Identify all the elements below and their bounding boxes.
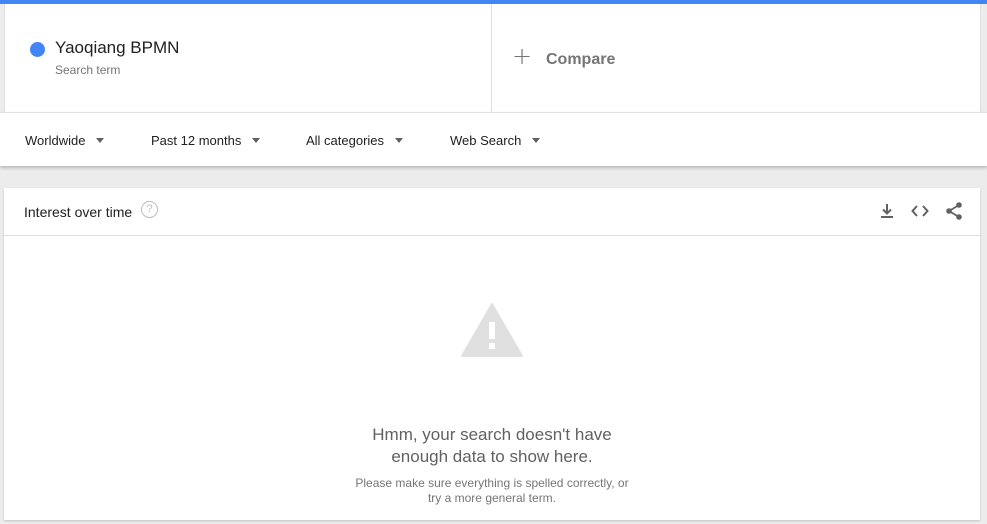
compare-button[interactable]: + Compare (492, 4, 980, 112)
download-icon[interactable] (877, 201, 897, 221)
panel-title: Interest over time (24, 204, 133, 220)
empty-state: Hmm, your search doesn't have enough dat… (4, 236, 980, 520)
warning-icon (460, 302, 524, 363)
filter-bar: Worldwide Past 12 months All categories … (0, 112, 987, 166)
dropdown-caret-icon (96, 138, 105, 143)
empty-state-message: Hmm, your search doesn't have enough dat… (4, 424, 980, 468)
filter-region[interactable]: Worldwide (25, 133, 105, 148)
filter-time-range-label: Past 12 months (151, 133, 242, 148)
help-circle-icon[interactable]: ? (141, 201, 158, 218)
empty-state-hint: Please make sure everything is spelled c… (4, 476, 980, 506)
empty-state-hint-line-2: try a more general term. (427, 491, 557, 505)
empty-state-line-1: Hmm, your search doesn't have (372, 425, 612, 444)
search-term-card[interactable]: Yaoqiang BPMN Search term (5, 4, 492, 112)
dropdown-caret-icon (532, 138, 541, 143)
dropdown-caret-icon (252, 138, 261, 143)
interest-over-time-panel: Interest over time ? Hmm, your search do… (4, 188, 980, 520)
share-icon[interactable] (944, 201, 964, 221)
filter-search-type-label: Web Search (450, 133, 522, 148)
plus-icon: + (512, 42, 533, 70)
compare-label: Compare (546, 51, 616, 68)
filter-category-label: All categories (306, 133, 385, 148)
dropdown-caret-icon (395, 138, 404, 143)
filter-region-label: Worldwide (25, 133, 86, 148)
embed-code-icon[interactable] (910, 201, 930, 221)
panel-header: Interest over time ? (4, 188, 980, 236)
term-name[interactable]: Yaoqiang BPMN (55, 38, 179, 58)
empty-state-line-2: enough data to show here. (391, 447, 593, 466)
filter-category[interactable]: All categories (306, 133, 404, 148)
term-color-dot (30, 42, 45, 57)
filter-search-type[interactable]: Web Search (450, 133, 541, 148)
empty-state-hint-line-1: Please make sure everything is spelled c… (355, 476, 629, 490)
search-term-row: Yaoqiang BPMN Search term + Compare (4, 4, 981, 112)
term-subtitle: Search term (55, 63, 121, 77)
filter-time-range[interactable]: Past 12 months (151, 133, 261, 148)
